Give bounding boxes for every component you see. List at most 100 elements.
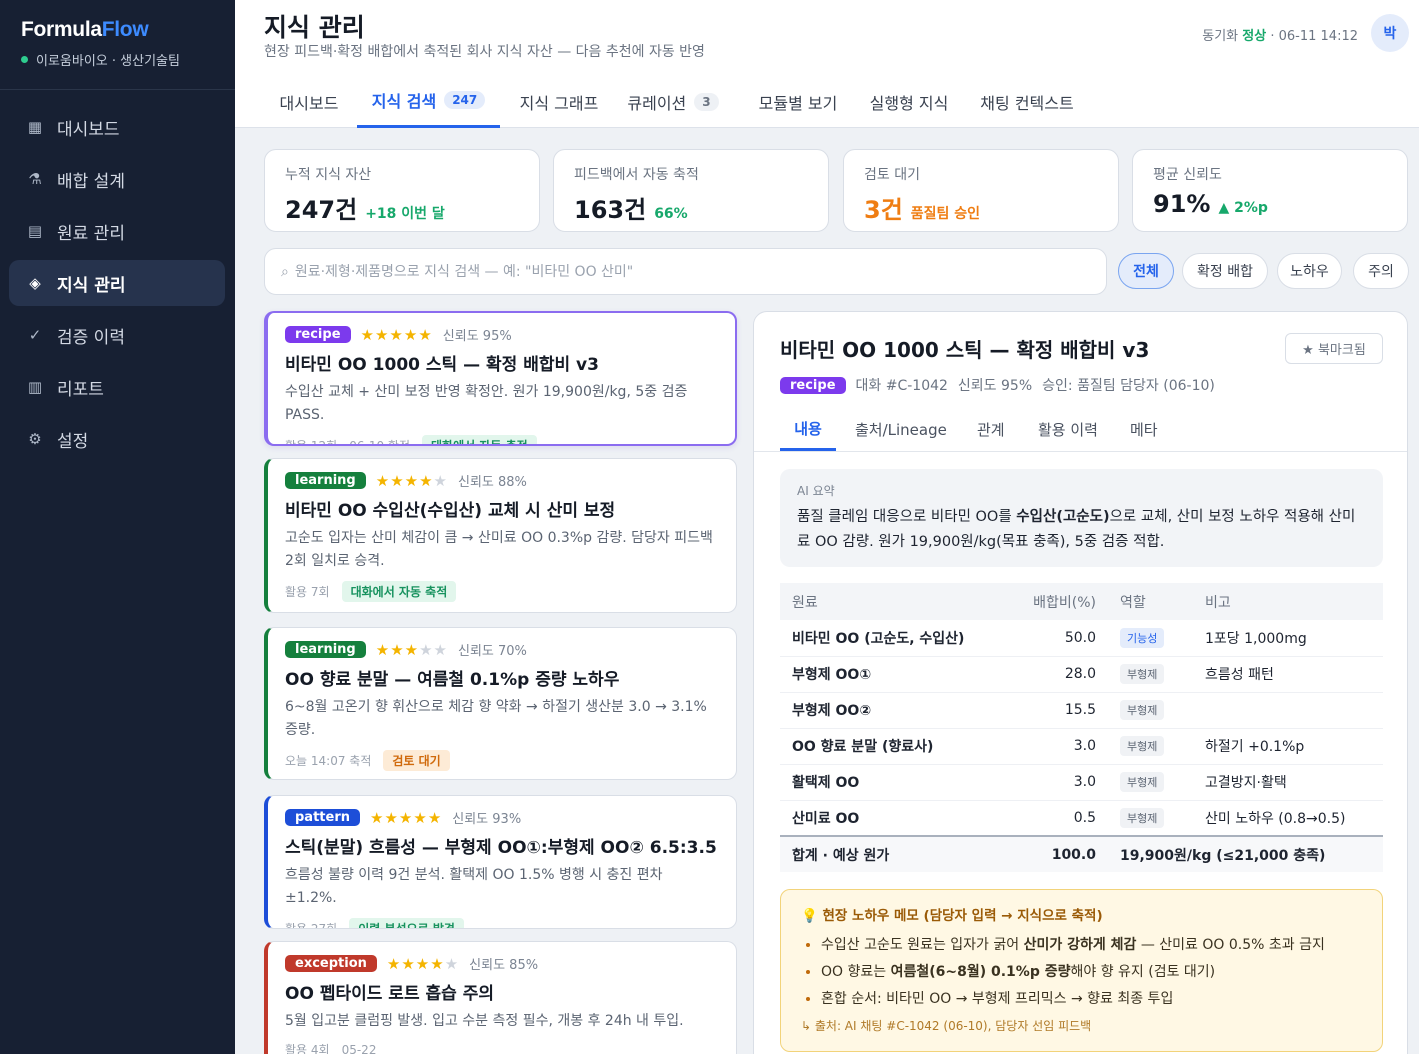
table-row[interactable]: OO 향료 분말 (향료사) 3.0 부형제 하절기 +0.1%p	[780, 728, 1383, 765]
ai-summary: AI 요약 품질 클레임 대응으로 비타민 OO를 수입산(고순도)으로 교체,…	[780, 469, 1383, 567]
detail-conversation[interactable]: 대화 #C-1042	[856, 375, 948, 395]
table-row[interactable]: 부형제 OO① 28.0 부형제 흐름성 패턴	[780, 656, 1383, 693]
knowledge-card[interactable]: recipe ★★★★★ 신뢰도 95% 비타민 OO 1000 스틱 — 확정 배합…	[264, 311, 737, 446]
card-description: 수입산 교체 + 산미 보정 반영 확정안. 원가 19,900원/kg, 5중…	[285, 384, 688, 423]
role-badge: 부형제	[1120, 772, 1165, 792]
rating-stars: ★★★★★	[370, 809, 442, 827]
ai-summary-label: AI 요약	[797, 484, 835, 498]
filter-chip-2[interactable]: 노하우	[1277, 253, 1342, 289]
avatar[interactable]: 박	[1371, 14, 1409, 52]
detail-tab-0[interactable]: 내용	[780, 408, 836, 451]
star-icon: ★	[398, 808, 414, 827]
star-icon: ★	[404, 471, 420, 490]
detail-tab-4[interactable]: 메타	[1130, 408, 1160, 451]
tab-4[interactable]: 모듈별 보기	[743, 75, 853, 128]
col-header-ratio[interactable]: 배합비(%)	[1005, 583, 1108, 620]
stat-label: 피드백에서 자동 축적	[574, 167, 699, 183]
ingredient-ratio: 0.5	[1005, 800, 1108, 837]
sidebar: FormulaFlow 이로움바이오 · 생산기술팀 ▦ 대시보드 ⚗ 배합 설계 ▤ 원…	[0, 0, 235, 1054]
memo-text: OO 향료는	[821, 964, 891, 980]
role-cell: 부형제	[1108, 692, 1193, 729]
tab-label: 대시보드	[279, 93, 339, 113]
tab-2[interactable]: 지식 그래프	[503, 75, 615, 128]
tab-0[interactable]: 대시보드	[257, 75, 361, 128]
col-header-note[interactable]: 비고	[1193, 583, 1383, 620]
table-row[interactable]: 비타민 OO (고순도, 수입산) 50.0 기능성 1포당 1,000mg	[780, 620, 1383, 657]
tab-count-badge: 3	[694, 92, 719, 111]
star-icon: ★	[404, 640, 420, 659]
star-icon: ★	[401, 954, 416, 973]
knowledge-card[interactable]: exception ★★★★★ 신뢰도 85% OO 펩타이드 로트 흡습 주의 5월 …	[264, 941, 737, 1054]
filter-chip-3[interactable]: 주의	[1353, 253, 1409, 289]
memo-source-link[interactable]: ↳ 출처: AI 채팅 #C-1042 (06-10), 담당자 선임 피드백	[801, 1017, 1362, 1034]
tab-label: 실행형 지식	[869, 93, 949, 113]
ingredient-name: 부형제 OO①	[780, 656, 1005, 693]
filter-chip-1[interactable]: 확정 배합	[1182, 253, 1268, 289]
tab-3[interactable]: 큐레이션 3	[618, 75, 728, 128]
table-row[interactable]: 부형제 OO② 15.5 부형제	[780, 692, 1383, 729]
sidebar-item-label: 배합 설계	[57, 171, 125, 192]
star-icon: ★	[418, 325, 433, 344]
stat-card-1: 피드백에서 자동 축적 163건 66%	[553, 149, 829, 232]
role-cell: 부형제	[1108, 728, 1193, 765]
memo-text: 수입산 고순도 원료는 입자가 굵어	[821, 937, 1024, 953]
sidebar-item-3[interactable]: ◈ 지식 관리	[9, 260, 225, 306]
tab-label: 지식 검색	[371, 92, 437, 111]
sidebar-item-6[interactable]: ⚙ 설정	[9, 416, 225, 462]
detail-tab-2[interactable]: 관계	[977, 408, 1007, 451]
ingredient-ratio: 15.5	[1005, 692, 1108, 729]
memo-text: — 산미료 OO 0.5% 초과 금지	[1136, 937, 1325, 953]
star-icon: ★	[390, 471, 405, 490]
knowledge-card[interactable]: pattern ★★★★★ 신뢰도 93% 스틱(분말) 흐름성 — 부형제 OO①:…	[264, 795, 737, 929]
type-tag: recipe	[285, 326, 351, 343]
bookmark-button[interactable]: ★ 북마크됨	[1285, 333, 1383, 364]
star-icon: ★	[374, 325, 390, 344]
sidebar-item-5[interactable]: ▥ 리포트	[9, 364, 225, 410]
detail-tab-1[interactable]: 출처/Lineage	[855, 408, 947, 451]
usage-count: 활용 7회	[285, 585, 330, 599]
col-header-ingredient[interactable]: 원료	[780, 583, 1005, 620]
knowledge-card[interactable]: learning ★★★★★ 신뢰도 70% OO 향료 분말 — 여름철 0.1%p…	[264, 627, 737, 780]
app-logo[interactable]: FormulaFlow	[21, 18, 215, 42]
usage-count: 활용 27회	[285, 922, 338, 929]
role-cell: 부형제	[1108, 656, 1193, 693]
table-row[interactable]: 활택제 OO 3.0 부형제 고결방지·활택	[780, 764, 1383, 801]
tab-label: 지식 그래프	[519, 93, 599, 113]
ingredient-note: 고결방지·활택	[1193, 764, 1383, 801]
ingredient-ratio: 3.0	[1005, 728, 1108, 765]
check-icon: ✓	[28, 326, 42, 344]
detail-tab-3[interactable]: 활용 이력	[1038, 408, 1102, 451]
sidebar-item-2[interactable]: ▤ 원료 관리	[9, 208, 225, 254]
source-badge: 이력 분석으로 발견	[349, 918, 464, 928]
tab-count-badge: 247	[444, 91, 486, 109]
tab-5[interactable]: 실행형 지식	[858, 75, 960, 128]
stat-value-row: 3건 품질팀 승인	[864, 190, 1098, 225]
sidebar-item-1[interactable]: ⚗ 배합 설계	[9, 156, 225, 202]
role-badge: 기능성	[1120, 627, 1165, 648]
col-header-role[interactable]: 역할	[1108, 583, 1193, 620]
stat-value-row: 91% ▲ 2%p	[1153, 190, 1387, 218]
ingredient-name: OO 향료 분말 (향료사)	[780, 728, 1005, 765]
search-icon: ⌕	[281, 263, 289, 280]
ingredient-table: 원료 배합비(%) 역할 비고 비타민 OO (고순도, 수입산) 50.0 기능성…	[780, 583, 1383, 872]
filter-chip-0[interactable]: 전체	[1118, 253, 1174, 289]
role-badge: 부형제	[1120, 700, 1165, 720]
knowledge-search[interactable]: ⌕	[264, 248, 1107, 295]
tab-6[interactable]: 채팅 컨텍스트	[969, 75, 1085, 128]
sidebar-item-label: 지식 관리	[57, 275, 126, 296]
stat-label: 누적 지식 자산	[285, 167, 372, 183]
sidebar-item-4[interactable]: ✓ 검증 이력	[9, 312, 225, 358]
sidebar-item-0[interactable]: ▦ 대시보드	[9, 104, 225, 150]
rating-stars: ★★★★★	[361, 326, 433, 344]
star-icon: ★	[375, 640, 391, 659]
ingredient-ratio: 50.0	[1005, 620, 1108, 657]
main-tabs: 대시보드 지식 검색 247 지식 그래프 큐레이션 3 모듈별 보기 실행형 지식 채팅 컨텍…	[235, 75, 1419, 128]
tab-1[interactable]: 지식 검색 247	[357, 75, 500, 128]
confidence-label: 신뢰도 88%	[458, 475, 527, 490]
stat-card-2: 검토 대기 3건 품질팀 승인	[843, 149, 1119, 232]
table-row[interactable]: 산미료 OO 0.5 부형제 산미 노하우 (0.8→0.5)	[780, 800, 1383, 837]
knowledge-card[interactable]: learning ★★★★★ 신뢰도 88% 비타민 OO 수입산(수입산) 교체 시…	[264, 458, 737, 613]
knowledge-detail-panel: 비타민 OO 1000 스틱 — 확정 배합비 v3 ★ 북마크됨 recipe…	[753, 311, 1408, 1054]
search-input[interactable]	[294, 263, 1106, 280]
star-icon: ★	[427, 808, 443, 827]
